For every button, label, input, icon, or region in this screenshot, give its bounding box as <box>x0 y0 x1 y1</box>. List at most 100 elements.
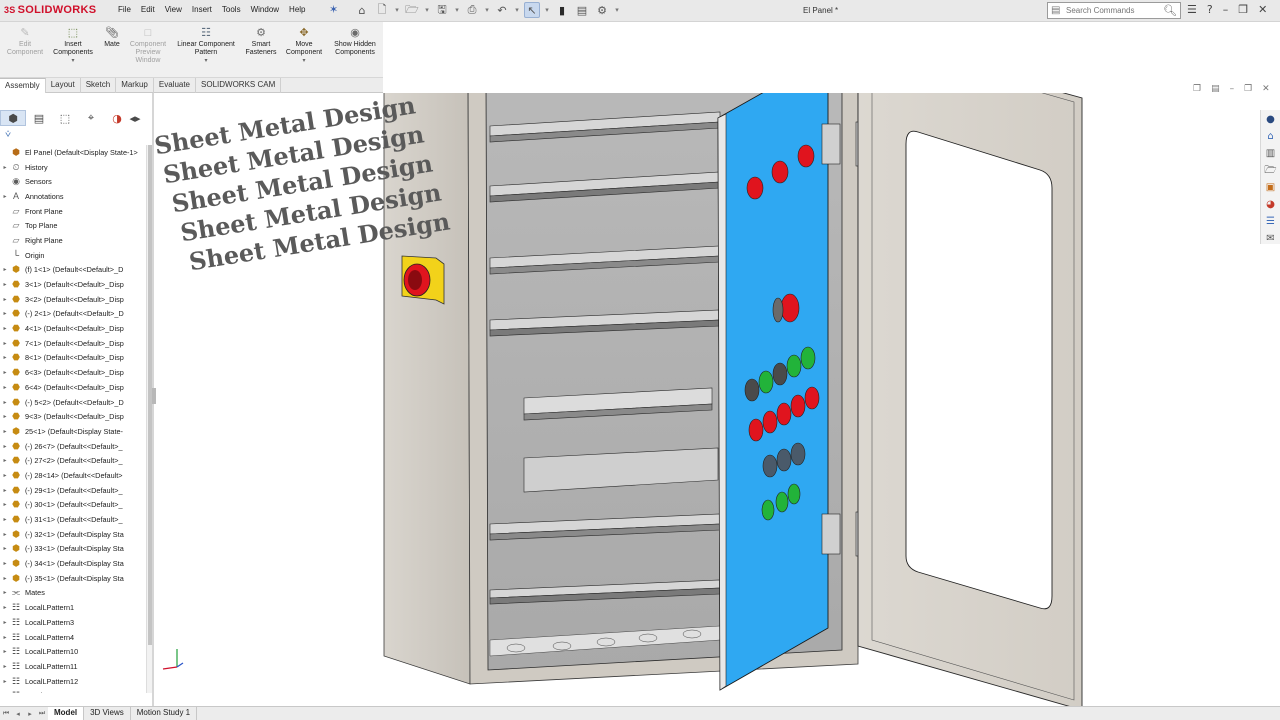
help-icon[interactable]: ? <box>1207 3 1213 16</box>
property-list-icon[interactable]: ☰ <box>1264 215 1278 229</box>
expand-arrow-icon[interactable]: ▸ <box>0 472 10 479</box>
tree-node[interactable]: ▸ A Annotations <box>0 189 146 204</box>
tab-motion-study-1[interactable]: Motion Study 1 <box>131 707 198 720</box>
tab-scroll-prev-icon[interactable]: ◂ <box>12 710 24 718</box>
menu-window[interactable]: Window <box>251 5 279 14</box>
menu-edit[interactable]: Edit <box>141 5 155 14</box>
tree-node[interactable]: ▸ ⬣ (-) 27<2> (Default<<Default>_ <box>0 453 146 468</box>
tree-node[interactable]: ▱ Top Plane <box>0 218 146 233</box>
fm-scroll-arrows-icon[interactable]: ◂▸ <box>129 110 140 126</box>
expand-arrow-icon[interactable]: ▸ <box>0 545 10 552</box>
tab-3d-views[interactable]: 3D Views <box>84 707 131 720</box>
solidworks-logo[interactable]: 3S SOLIDWORKS <box>4 4 96 16</box>
home-icon[interactable]: ⌂ <box>354 2 370 18</box>
tab-markup[interactable]: Markup <box>116 78 154 93</box>
expand-arrow-icon[interactable]: ▸ <box>0 428 10 435</box>
tab-evaluate[interactable]: Evaluate <box>154 78 197 93</box>
expand-arrow-icon[interactable]: ▸ <box>0 648 10 655</box>
tab-scroll-first-icon[interactable]: ⏮ <box>0 709 12 718</box>
print-icon[interactable]: ⎙ <box>464 2 480 18</box>
expand-arrow-icon[interactable]: ▸ <box>0 678 10 685</box>
tab-scroll-next-icon[interactable]: ▸ <box>24 710 36 718</box>
display-manager-icon[interactable]: ◑ <box>104 110 130 126</box>
tree-node[interactable]: ▸ ☷ LocalLPattern1 <box>0 600 146 615</box>
tree-node[interactable]: ▸ ⬣ 3<2> (Default<<Default>_Disp <box>0 292 146 307</box>
expand-arrow-icon[interactable]: ▸ <box>0 634 10 641</box>
new-document-icon[interactable]: 🗋 <box>374 2 390 18</box>
tree-node[interactable]: ▸ ⬣ 9<3> (Default<<Default>_Disp <box>0 409 146 424</box>
expand-arrow-icon[interactable]: ▸ <box>0 457 10 464</box>
tree-node[interactable]: ▸ ⬣ 6<3> (Default<<Default>_Disp <box>0 365 146 380</box>
restore-icon[interactable]: ❐ <box>1238 3 1248 16</box>
tree-node[interactable]: ▸☷LocalLPattern13 <box>0 688 146 693</box>
property-manager-icon[interactable]: ▤ <box>26 110 52 126</box>
minimize-icon[interactable]: – <box>1223 3 1229 16</box>
tab-sketch[interactable]: Sketch <box>81 78 117 93</box>
expand-arrow-icon[interactable]: ▸ <box>0 487 10 494</box>
expand-arrow-icon[interactable]: ▸ <box>0 266 10 273</box>
expand-arrow-icon[interactable]: ▸ <box>0 193 10 200</box>
viewport-restore-icon[interactable]: ❐ <box>1244 84 1252 94</box>
move-component-button[interactable]: ✥ Move Component ▾ <box>282 27 326 65</box>
tree-node[interactable]: ▸ ⬣ 7<1> (Default<<Default>_Disp <box>0 336 146 351</box>
tree-node[interactable]: ▸ ⬣ (-) 29<1> (Default<<Default>_ <box>0 483 146 498</box>
new-dropdown-icon[interactable]: ▾ <box>394 2 400 18</box>
tree-node[interactable]: ▸ ⏲ History <box>0 160 146 175</box>
view-palette-icon[interactable]: 🗁 <box>1264 164 1278 178</box>
search-input[interactable] <box>1066 6 1161 15</box>
menu-tools[interactable]: Tools <box>222 5 241 14</box>
expand-arrow-icon[interactable]: ▸ <box>0 296 10 303</box>
tree-node[interactable]: ▸ ☷ LocalLPattern3 <box>0 615 146 630</box>
menu-view[interactable]: View <box>165 5 182 14</box>
tree-node[interactable]: ▸ ⬣ (-) 31<1> (Default<<Default>_ <box>0 512 146 527</box>
tab-scroll-last-icon[interactable]: ⏭ <box>36 709 48 718</box>
expand-arrow-icon[interactable]: ▸ <box>0 281 10 288</box>
edit-component-button[interactable]: ✎ Edit Component <box>4 27 46 57</box>
expand-arrow-icon[interactable]: ▸ <box>0 399 10 406</box>
tree-node[interactable]: ▸ ⬢ (-) 34<1> (Default<Display Sta <box>0 556 146 571</box>
expand-arrow-icon[interactable]: ▸ <box>0 692 10 693</box>
panel-collapse-handle[interactable] <box>152 388 156 404</box>
menu-help[interactable]: Help <box>289 5 305 14</box>
tab-solidworks-cam[interactable]: SOLIDWORKS CAM <box>196 78 282 93</box>
expand-arrow-icon[interactable]: ▸ <box>0 604 10 611</box>
tab-model[interactable]: Model <box>48 707 85 720</box>
solidworks-resources-icon[interactable]: ● <box>1264 113 1278 127</box>
tree-node[interactable]: ▸ ⬢ (-) 32<1> (Default<Display Sta <box>0 527 146 542</box>
expand-arrow-icon[interactable]: ▸ <box>0 325 10 332</box>
expand-arrow-icon[interactable]: ▸ <box>0 384 10 391</box>
tree-node[interactable]: └ Origin <box>0 248 146 263</box>
insert-components-dropdown-icon[interactable]: ▾ <box>50 57 96 65</box>
tree-node[interactable]: ▸ ⬣ (-) 30<1> (Default<<Default>_ <box>0 498 146 513</box>
search-icon[interactable]: 🔍︎ <box>1163 4 1177 17</box>
configuration-manager-icon[interactable]: ⬚ <box>52 110 78 126</box>
tree-node[interactable]: ▸ ⬣ 3<1> (Default<<Default>_Disp <box>0 277 146 292</box>
pin-icon[interactable]: ✶ <box>329 3 338 16</box>
tree-node[interactable]: ▸ ⬣ 4<1> (Default<<Default>_Disp <box>0 321 146 336</box>
search-scope-icon[interactable]: ▤ <box>1051 5 1063 17</box>
expand-arrow-icon[interactable]: ▸ <box>0 164 10 171</box>
expand-arrow-icon[interactable]: ▸ <box>0 560 10 567</box>
expand-arrow-icon[interactable]: ▸ <box>0 443 10 450</box>
options-gear-icon[interactable]: ⚙ <box>594 2 610 18</box>
tree-node[interactable]: ▸ ⬣ 8<1> (Default<<Default>_Disp <box>0 351 146 366</box>
tree-node[interactable]: ▱ Right Plane <box>0 233 146 248</box>
save-dropdown-icon[interactable]: ▾ <box>454 2 460 18</box>
tree-node[interactable]: ▸ ⬢ (f) 1<1> (Default<<Default>_D <box>0 263 146 278</box>
linear-component-pattern-button[interactable]: ☷ Linear Component Pattern ▾ <box>172 27 240 65</box>
appearances-icon[interactable]: ▣ <box>1264 181 1278 195</box>
select-pointer-icon[interactable]: ↖ <box>524 2 540 18</box>
expand-arrow-icon[interactable]: ▸ <box>0 369 10 376</box>
tree-root-el-panel[interactable]: ⬢ El Panel (Default<Display State-1> <box>0 145 146 160</box>
expand-arrow-icon[interactable]: ▸ <box>0 340 10 347</box>
tab-assembly[interactable]: Assembly <box>0 78 46 93</box>
linear-pattern-dropdown-icon[interactable]: ▾ <box>172 57 240 65</box>
select-dropdown-icon[interactable]: ▾ <box>544 2 550 18</box>
tab-layout[interactable]: Layout <box>46 78 81 93</box>
undo-icon[interactable]: ↶ <box>494 2 510 18</box>
file-properties-icon[interactable]: ▤ <box>574 2 590 18</box>
expand-arrow-icon[interactable]: ▸ <box>0 354 10 361</box>
expand-arrow-icon[interactable]: ▸ <box>0 501 10 508</box>
user-icon[interactable]: ☰ <box>1187 3 1197 16</box>
design-library-icon[interactable]: ⌂ <box>1264 130 1278 144</box>
